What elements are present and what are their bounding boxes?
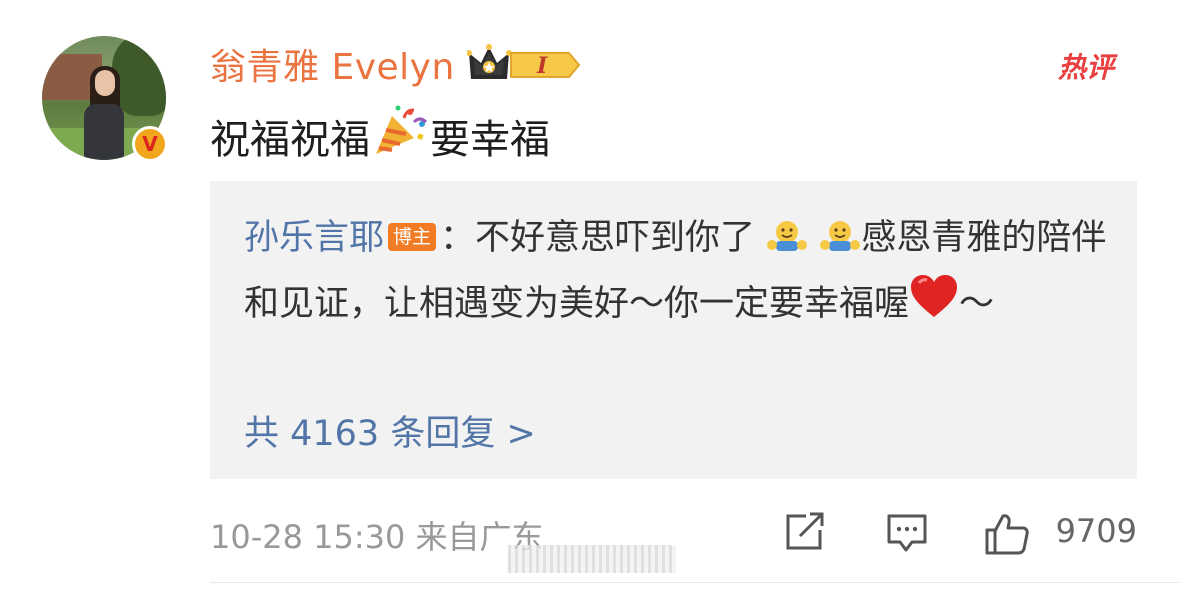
red-heart-icon	[909, 273, 959, 339]
comment-icon[interactable]	[886, 512, 928, 558]
hug-emoji-icon	[819, 211, 861, 273]
reply-text: 孙乐言耶 博主 ：不好意思吓到你了 感恩青雅的陪伴和见证，让相遇变为美好～你一定…	[244, 207, 1114, 339]
view-all-replies-link[interactable]: 共 4163 条回复 >	[244, 405, 536, 456]
hug-emoji-icon	[766, 211, 808, 273]
reply-text-part3: ～	[959, 284, 995, 324]
like-thumb-icon[interactable]	[984, 512, 1030, 560]
timestamp-location: 10-28 15:30 来自广东	[210, 512, 544, 558]
like-count: 9709	[1055, 512, 1137, 550]
reply-text-part1: 不好意思吓到你了	[475, 218, 756, 258]
comment-text-part2: 要幸福	[430, 117, 550, 163]
share-icon[interactable]	[784, 512, 826, 556]
watermark-overlay	[508, 545, 676, 573]
host-badge: 博主	[388, 223, 437, 251]
reply-separator: ：	[440, 218, 476, 258]
vip-level-text: I	[536, 53, 548, 79]
hot-comment-tag: 热评	[1058, 51, 1115, 84]
divider	[210, 582, 1179, 583]
comment-body: 祝福祝福 要幸福	[210, 104, 550, 168]
user-avatar[interactable]: V	[42, 36, 168, 162]
comment-text-part1: 祝福祝福	[210, 117, 370, 163]
verified-badge-icon: V	[132, 126, 168, 162]
comment-timestamp: 10-28 15:30	[210, 518, 406, 556]
username-link[interactable]: 翁青雅 Evelyn	[210, 38, 455, 90]
vip-crown-badge-icon[interactable]: I	[466, 43, 581, 85]
party-popper-icon	[370, 104, 430, 168]
reply-preview-box[interactable]: 孙乐言耶 博主 ：不好意思吓到你了 感恩青雅的陪伴和见证，让相遇变为美好～你一定…	[210, 181, 1137, 479]
comment-header: 翁青雅 Evelyn I	[210, 40, 581, 88]
reply-author-link[interactable]: 孙乐言耶	[244, 218, 384, 258]
